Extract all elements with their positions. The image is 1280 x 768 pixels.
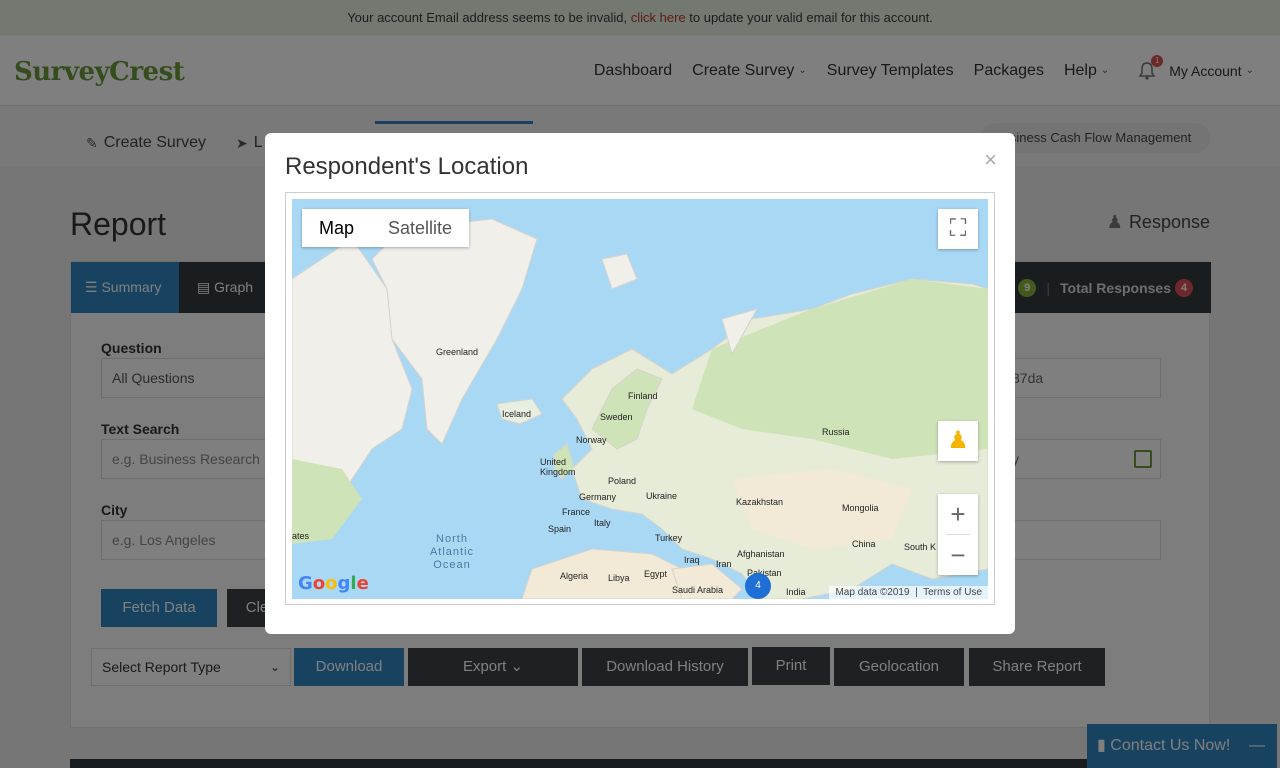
zoom-controls: + − xyxy=(938,494,978,575)
map-label-turkey: Turkey xyxy=(655,533,683,543)
map-label-ocean: North Atlantic Ocean xyxy=(429,533,475,571)
respondent-location-modal: Respondent's Location × Map Satellite ⛶ … xyxy=(265,133,1015,634)
respondent-cluster-marker[interactable]: 4 xyxy=(745,573,771,599)
map-label-germany: Germany xyxy=(579,492,617,502)
map-label-afghanistan: Afghanistan xyxy=(737,549,785,559)
terms-of-use-link[interactable]: Terms of Use xyxy=(923,587,982,598)
map-label-iceland: Iceland xyxy=(502,409,532,419)
close-icon[interactable]: × xyxy=(984,147,997,173)
zoom-out-icon[interactable]: − xyxy=(938,535,978,575)
map-type-satellite[interactable]: Satellite xyxy=(371,209,469,247)
modal-title: Respondent's Location xyxy=(285,153,529,180)
map-label-france: France xyxy=(562,507,591,517)
map-label-greenland: Greenland xyxy=(436,347,479,357)
map-label-india: India xyxy=(786,587,806,597)
map-label-kazakhstan: Kazakhstan xyxy=(736,497,784,507)
map-attribution: Map data ©2019 | Terms of Use xyxy=(829,586,988,599)
map-label-spain: Spain xyxy=(548,524,572,534)
map-label-norway: Norway xyxy=(576,435,607,445)
map-label-uk: United Kingdom xyxy=(540,457,576,477)
map-label-iran: Iran xyxy=(716,559,732,569)
map-label-algeria: Algeria xyxy=(560,571,589,581)
map-label-egypt: Egypt xyxy=(644,569,668,579)
google-logo[interactable]: Google xyxy=(298,573,369,594)
map-type-map[interactable]: Map xyxy=(302,209,371,247)
pegman-icon[interactable]: ♟ xyxy=(938,421,978,461)
map-label-saudi-arabia: Saudi Arabia xyxy=(672,585,724,595)
map-label-finland: Finland xyxy=(628,391,658,401)
map-label-italy: Italy xyxy=(594,518,611,528)
map-label-mongolia: Mongolia xyxy=(842,503,879,513)
map-frame: Map Satellite ⛶ ♟ + − Greenland Iceland … xyxy=(285,192,995,605)
fullscreen-icon[interactable]: ⛶ xyxy=(938,209,978,249)
map-label-russia: Russia xyxy=(822,427,850,437)
zoom-in-icon[interactable]: + xyxy=(938,494,978,534)
map-label-states: ates xyxy=(292,531,310,541)
map-data-attribution: Map data ©2019 xyxy=(835,587,910,598)
map-type-toggle: Map Satellite xyxy=(302,209,470,247)
map-label-ukraine: Ukraine xyxy=(646,491,678,501)
map-label-libya: Libya xyxy=(608,573,630,583)
map-label-iraq: Iraq xyxy=(684,555,700,565)
map-label-south-korea: South K xyxy=(904,542,937,552)
map-label-china: China xyxy=(852,539,876,549)
google-map[interactable]: Map Satellite ⛶ ♟ + − Greenland Iceland … xyxy=(292,199,988,599)
map-label-sweden: Sweden xyxy=(600,412,633,422)
map-label-poland: Poland xyxy=(608,476,637,486)
